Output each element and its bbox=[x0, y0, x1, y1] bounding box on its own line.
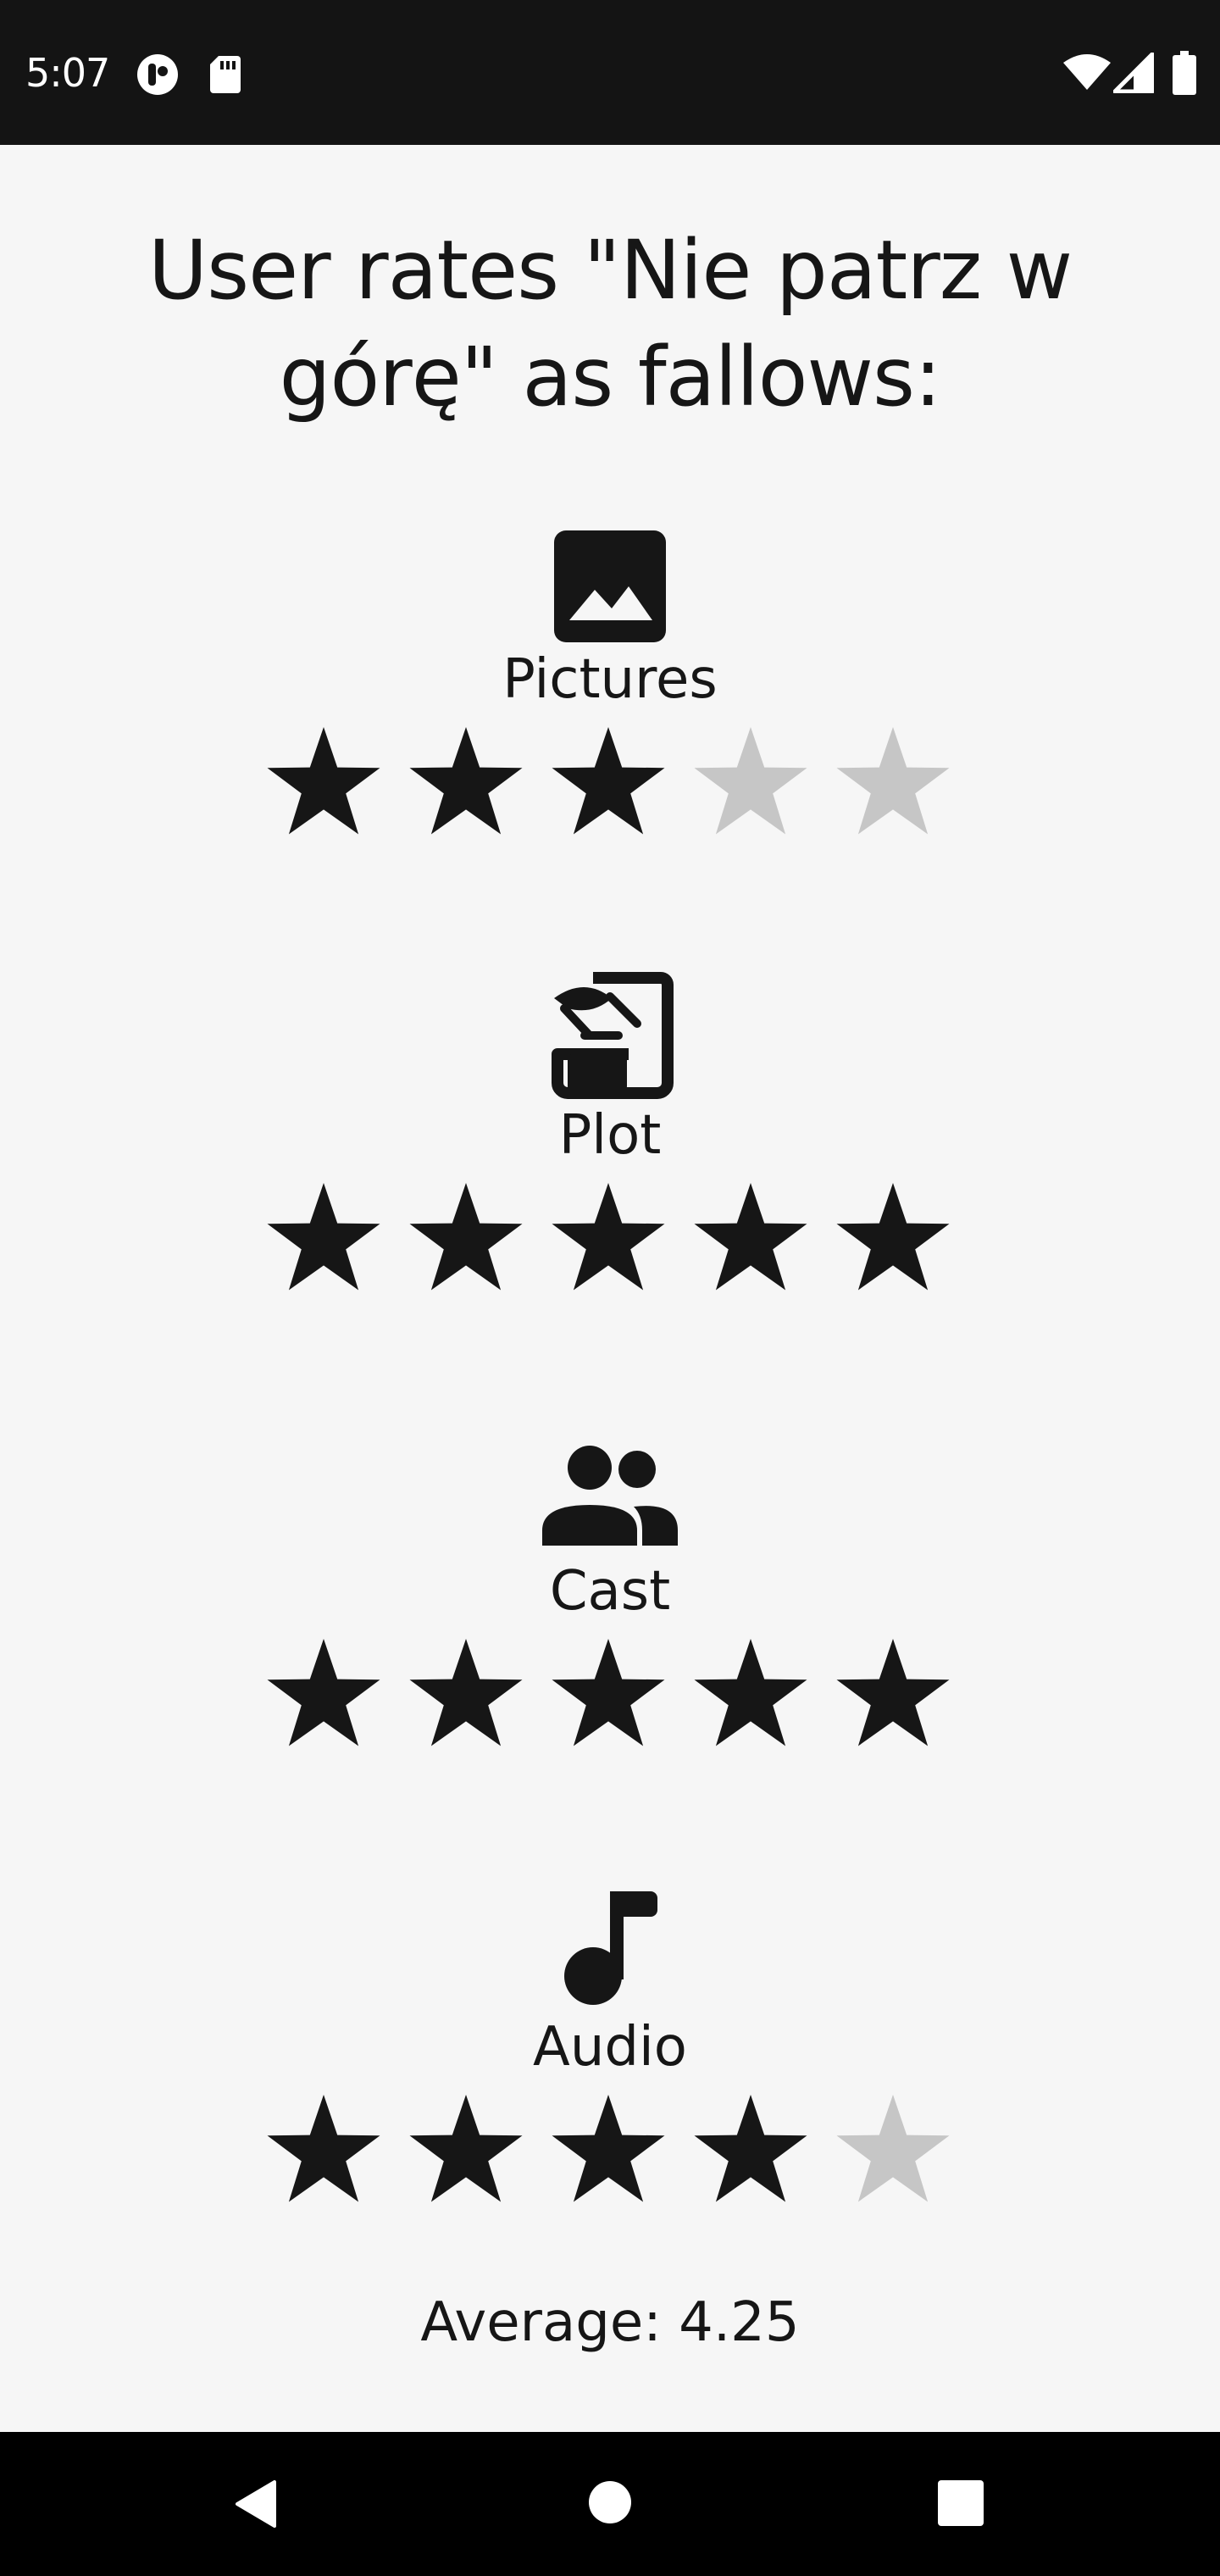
star-filled-icon[interactable] bbox=[403, 1178, 529, 1303]
star-filled-icon[interactable] bbox=[830, 1634, 956, 1759]
people-icon bbox=[534, 1417, 686, 1569]
navigation-bar bbox=[0, 2432, 1220, 2576]
cell-signal-icon bbox=[1112, 52, 1155, 97]
star-rating bbox=[261, 2090, 962, 2215]
star-rating bbox=[261, 1178, 962, 1303]
home-button[interactable] bbox=[588, 2480, 632, 2528]
star-filled-icon[interactable] bbox=[403, 2090, 529, 2215]
star-filled-icon[interactable] bbox=[261, 1634, 386, 1759]
star-rating bbox=[261, 1634, 962, 1759]
star-filled-icon[interactable] bbox=[261, 2090, 386, 2215]
battery-icon bbox=[1173, 51, 1196, 98]
category-label: Cast bbox=[549, 1560, 671, 1623]
star-filled-icon[interactable] bbox=[403, 1634, 529, 1759]
page-title: User rates "Nie patrz w górę" as fallows… bbox=[147, 223, 1073, 425]
star-filled-icon[interactable] bbox=[830, 1178, 956, 1303]
star-empty-icon[interactable] bbox=[830, 722, 956, 847]
rating-summary-screen: User rates "Nie patrz w górę" as fallows… bbox=[0, 145, 1220, 2432]
status-time: 5:07 bbox=[25, 50, 110, 96]
image-icon bbox=[534, 505, 686, 658]
notification-app-icon bbox=[136, 53, 180, 100]
music-note-icon bbox=[534, 1873, 686, 2025]
star-rating bbox=[261, 722, 962, 847]
script-icon bbox=[534, 961, 686, 1113]
star-empty-icon[interactable] bbox=[830, 2090, 956, 2215]
star-filled-icon[interactable] bbox=[688, 1178, 813, 1303]
star-filled-icon[interactable] bbox=[546, 1634, 671, 1759]
back-button[interactable] bbox=[230, 2479, 281, 2533]
sd-card-icon bbox=[208, 54, 242, 98]
status-bar: 5:07 bbox=[0, 0, 1220, 145]
category-label: Pictures bbox=[502, 648, 718, 711]
wifi-icon bbox=[1062, 54, 1112, 95]
star-filled-icon[interactable] bbox=[688, 2090, 813, 2215]
star-filled-icon[interactable] bbox=[261, 1178, 386, 1303]
star-filled-icon[interactable] bbox=[403, 722, 529, 847]
star-filled-icon[interactable] bbox=[546, 2090, 671, 2215]
recents-button[interactable] bbox=[938, 2480, 984, 2529]
star-empty-icon[interactable] bbox=[688, 722, 813, 847]
star-filled-icon[interactable] bbox=[688, 1634, 813, 1759]
star-filled-icon[interactable] bbox=[546, 1178, 671, 1303]
category-label: Plot bbox=[558, 1104, 662, 1167]
star-filled-icon[interactable] bbox=[546, 722, 671, 847]
star-filled-icon[interactable] bbox=[261, 722, 386, 847]
category-label: Audio bbox=[533, 2016, 687, 2079]
average-rating: Average: 4.25 bbox=[420, 2291, 800, 2354]
